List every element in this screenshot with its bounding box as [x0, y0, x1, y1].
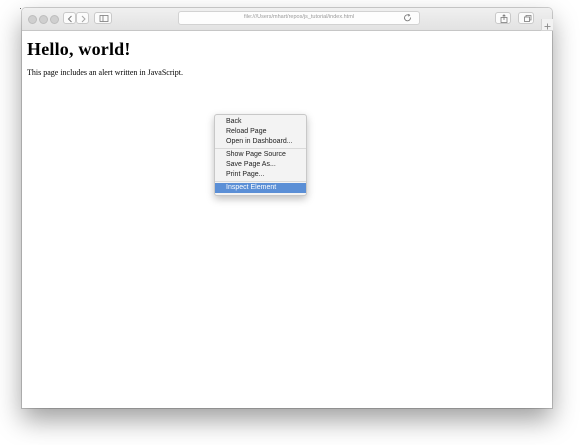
share-icon — [500, 14, 508, 23]
page-content: Hello, world! This page includes an aler… — [22, 31, 552, 408]
title-bar: file:///Users/mhart/repos/js_tutorial/in… — [22, 8, 552, 31]
url-text: file:///Users/mhart/repos/js_tutorial/in… — [243, 14, 355, 20]
share-button[interactable] — [495, 12, 511, 24]
show-tabs-button[interactable] — [518, 12, 534, 24]
stray-dot — [20, 8, 21, 9]
reload-icon[interactable] — [403, 13, 413, 23]
menu-item-open-in-dashboard[interactable]: Open in Dashboard... — [215, 137, 306, 147]
menu-item-save-page-as[interactable]: Save Page As... — [215, 160, 306, 170]
browser-window: file:///Users/mhart/repos/js_tutorial/in… — [22, 8, 552, 408]
page-paragraph: This page includes an alert written in J… — [27, 68, 183, 77]
chevron-right-icon — [81, 15, 86, 23]
back-button[interactable] — [63, 12, 76, 24]
menu-item-inspect-element[interactable]: Inspect Element — [215, 183, 306, 193]
new-tab-button[interactable] — [541, 19, 553, 31]
zoom-window-icon[interactable] — [50, 15, 59, 24]
menu-item-reload-page[interactable]: Reload Page — [215, 127, 306, 137]
forward-button[interactable] — [76, 12, 89, 24]
close-window-icon[interactable] — [28, 15, 37, 24]
minimize-window-icon[interactable] — [39, 15, 48, 24]
context-menu: Back Reload Page Open in Dashboard... Sh… — [214, 114, 307, 196]
menu-separator — [215, 148, 306, 149]
tabs-overview-icon — [524, 15, 532, 22]
page-heading: Hello, world! — [27, 39, 131, 59]
sidebar-icon — [99, 15, 109, 22]
address-bar[interactable]: file:///Users/mhart/repos/js_tutorial/in… — [178, 11, 420, 25]
menu-item-print-page[interactable]: Print Page... — [215, 170, 306, 180]
menu-item-back[interactable]: Back — [215, 117, 306, 127]
menu-separator — [215, 181, 306, 182]
plus-icon — [544, 23, 551, 30]
menu-item-show-page-source[interactable]: Show Page Source — [215, 150, 306, 160]
sidebar-button[interactable] — [94, 12, 112, 24]
